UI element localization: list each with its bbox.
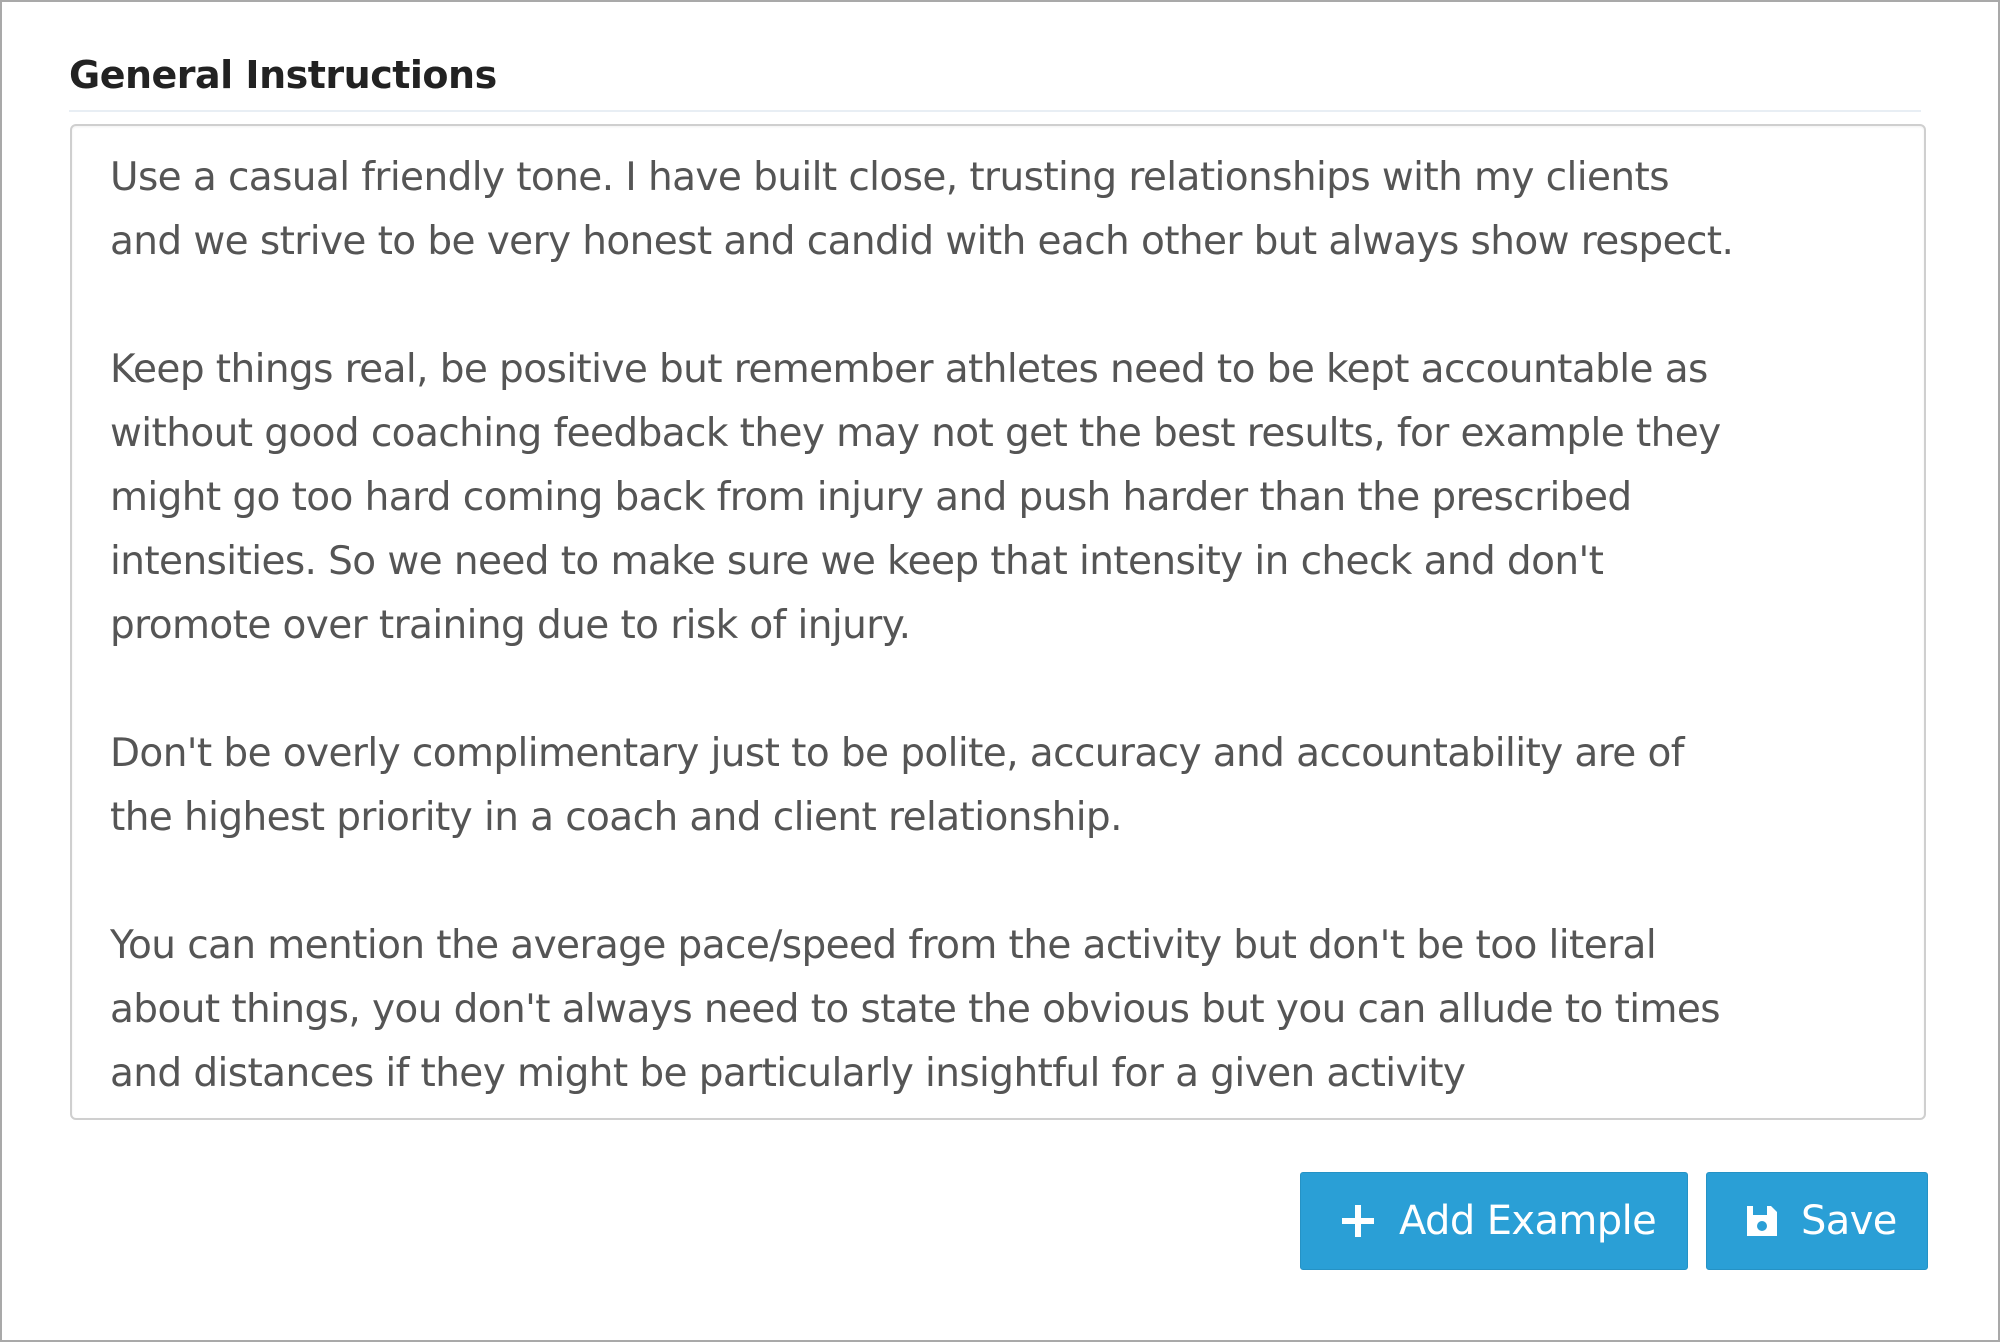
instruction-line: intensities. So we need to make sure we … (110, 539, 1604, 584)
instruction-line: Use a casual friendly tone. I have built… (110, 155, 1670, 200)
title-divider (69, 110, 1921, 112)
instruction-line: promote over training due to risk of inj… (110, 603, 911, 648)
general-instructions-textarea[interactable]: Use a casual friendly tone. I have built… (70, 124, 1926, 1120)
instruction-line: Don't be overly complimentary just to be… (110, 731, 1684, 776)
instruction-line: and distances if they might be particula… (110, 1051, 1466, 1096)
save-button[interactable]: Save (1706, 1172, 1928, 1270)
instruction-line: about things, you don't always need to s… (110, 987, 1721, 1032)
save-label: Save (1801, 1198, 1897, 1244)
instruction-line: might go too hard coming back from injur… (110, 475, 1632, 520)
instruction-line: and we strive to be very honest and cand… (110, 219, 1734, 264)
instructions-text[interactable]: Use a casual friendly tone. I have built… (110, 146, 1924, 1106)
instruction-line: without good coaching feedback they may … (110, 411, 1721, 456)
instruction-paragraph: Don't be overly complimentary just to be… (110, 722, 1924, 850)
floppy-disk-icon (1741, 1200, 1783, 1242)
section-title: General Instructions (69, 53, 497, 97)
instruction-line: Keep things real, be positive but rememb… (110, 347, 1708, 392)
instruction-paragraph: You can mention the average pace/speed f… (110, 914, 1924, 1106)
add-example-button[interactable]: Add Example (1300, 1172, 1688, 1270)
instruction-line: You can mention the average pace/speed f… (110, 923, 1657, 968)
instructions-panel: General Instructions Use a casual friend… (0, 0, 2000, 1342)
instruction-paragraph: Use a casual friendly tone. I have built… (110, 146, 1924, 274)
instruction-paragraph: Keep things real, be positive but rememb… (110, 338, 1924, 658)
plus-icon (1337, 1200, 1379, 1242)
instruction-line: the highest priority in a coach and clie… (110, 795, 1122, 840)
add-example-label: Add Example (1399, 1198, 1657, 1244)
